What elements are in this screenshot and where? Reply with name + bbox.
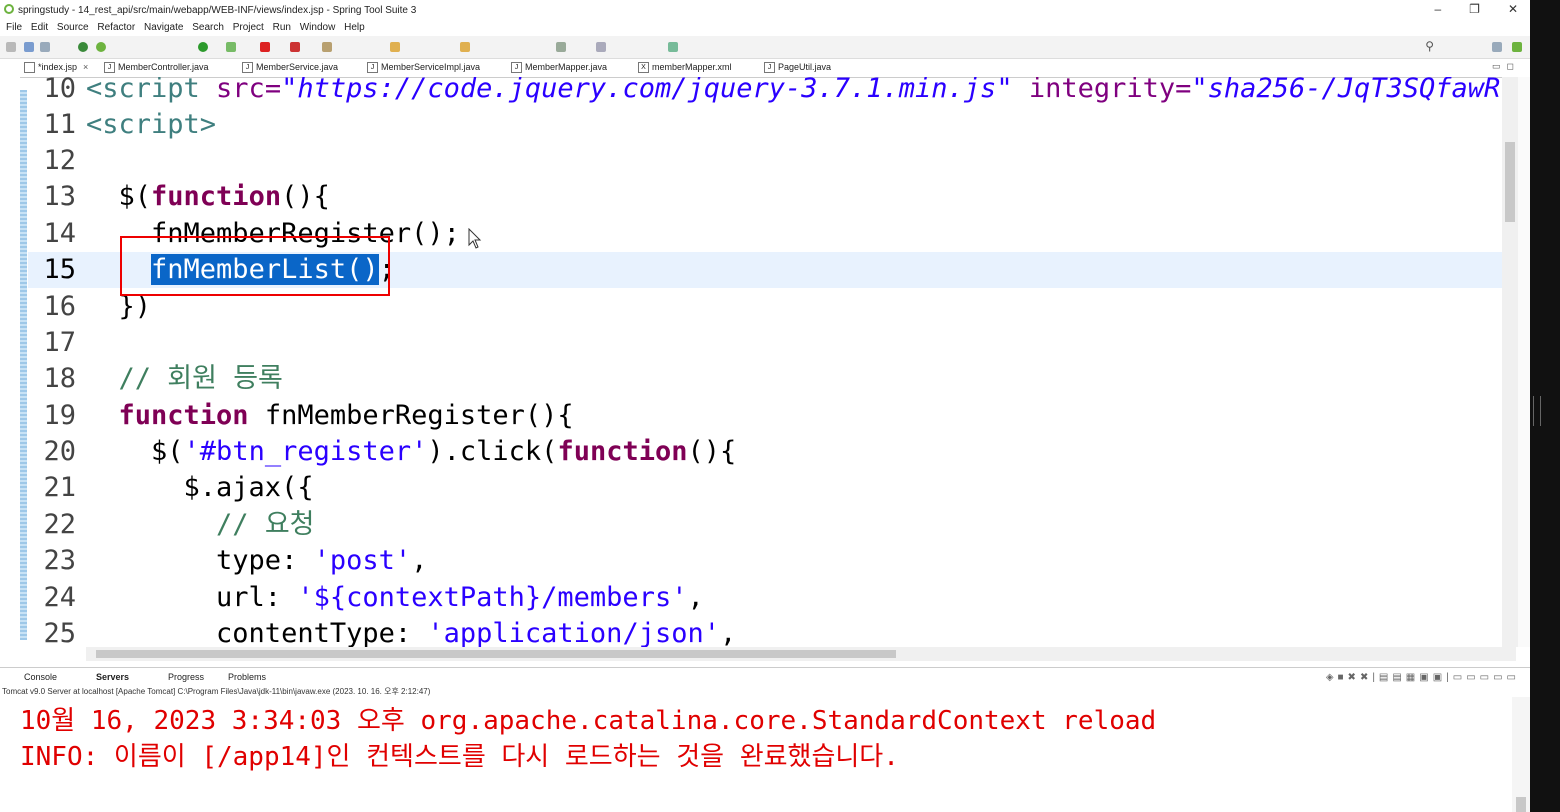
console-scrollbar[interactable] (1512, 697, 1530, 812)
spring-icon[interactable] (96, 42, 106, 52)
code-line: 13 $(function(){ (43, 181, 330, 212)
external-tools-icon[interactable] (290, 42, 300, 52)
code-line: 20 $('#btn_register').click(function(){ (43, 436, 737, 467)
start-server-icon[interactable] (78, 42, 88, 52)
mouse-cursor-icon (468, 228, 482, 249)
pin-icon[interactable] (668, 42, 678, 52)
back-icon[interactable] (556, 42, 566, 52)
menu-file[interactable]: File (6, 22, 22, 33)
editor-minimize-maximize[interactable]: ▭◻ (1492, 61, 1520, 72)
menu-refactor[interactable]: Refactor (97, 22, 135, 33)
menu-project[interactable]: Project (233, 22, 264, 33)
code-line: 23 type: 'post', (43, 545, 428, 576)
code-editor[interactable]: 10 <script src="https://code.jquery.com/j… (28, 77, 1502, 647)
change-ruler (20, 90, 27, 640)
tab-index-jsp[interactable]: *index.jsp × (24, 62, 88, 74)
menu-bar: File Edit Source Refactor Navigate Searc… (0, 20, 1530, 36)
spring-perspective-icon[interactable] (1512, 42, 1522, 52)
console-process-info: Tomcat v9.0 Server at localhost [Apache … (2, 687, 431, 696)
tab-progress[interactable]: Progress (168, 672, 204, 682)
java-file-icon: J (764, 62, 775, 74)
code-line: 19 function fnMemberRegister(){ (43, 400, 574, 431)
tab-member-controller[interactable]: J MemberController.java (104, 62, 209, 74)
console-tab-bar: Console Servers Progress Problems ◈■✖✖|▤… (0, 667, 1530, 686)
highlight-annotation-box (120, 236, 390, 296)
resize-grip[interactable] (1533, 396, 1541, 426)
menu-window[interactable]: Window (300, 22, 336, 33)
tab-member-service[interactable]: J MemberService.java (242, 62, 338, 74)
tab-member-mapper-xml[interactable]: XmemberMapper.xml (638, 62, 732, 74)
tab-member-service-impl[interactable]: J MemberServiceImpl.java (367, 62, 480, 74)
debug-icon[interactable] (226, 42, 236, 52)
code-line: 12 (43, 145, 76, 176)
close-icon[interactable]: × (83, 62, 88, 72)
spring-logo-icon (4, 4, 14, 14)
console-output[interactable]: 10월 16, 2023 3:34:03 오후 org.apache.catal… (0, 697, 1512, 812)
open-folder-icon[interactable] (390, 42, 400, 52)
code-line: 22 // 요청 (43, 509, 315, 540)
new-icon[interactable] (6, 42, 16, 52)
left-gutter (0, 77, 20, 647)
scrollbar-thumb[interactable] (1516, 797, 1526, 812)
tab-member-mapper[interactable]: J MemberMapper.java (511, 62, 607, 74)
maximize-button[interactable]: ❐ (1469, 2, 1480, 16)
menu-run[interactable]: Run (273, 22, 291, 33)
menu-edit[interactable]: Edit (31, 22, 48, 33)
window-title: springstudy - 14_rest_api/src/main/webap… (18, 5, 417, 16)
scrollbar-thumb[interactable] (1505, 142, 1515, 222)
console-line: 10월 16, 2023 3:34:03 오후 org.apache.catal… (20, 706, 1157, 736)
side-panel-edge (1530, 0, 1560, 812)
main-toolbar: ⚲ (0, 36, 1530, 59)
minimize-button[interactable]: – (1434, 2, 1441, 16)
search-icon[interactable]: ⚲ (1425, 39, 1434, 53)
editor-horizontal-scrollbar[interactable] (86, 647, 1516, 661)
forward-icon[interactable] (596, 42, 606, 52)
java-file-icon: J (367, 62, 378, 74)
code-line: 24 url: '${contextPath}/members', (43, 582, 704, 613)
console-toolbar-icons[interactable]: ◈■✖✖|▤▤▦▣▣|▭▭▭▭▭ (1326, 672, 1520, 683)
java-file-icon: J (104, 62, 115, 74)
code-line: 25 contentType: 'application/json', (43, 618, 737, 647)
java-file-icon: J (511, 62, 522, 74)
menu-source[interactable]: Source (57, 22, 89, 33)
menu-help[interactable]: Help (344, 22, 365, 33)
editor-tab-bar: *index.jsp × J MemberController.java J Memb… (0, 59, 1530, 78)
code-line: 21 $.ajax({ (43, 472, 314, 503)
open-type-icon[interactable] (322, 42, 332, 52)
console-line: INFO: 이름이 [/app14]인 컨텍스트를 다시 로드하는 것을 완료했… (20, 742, 899, 772)
save-all-icon[interactable] (40, 42, 50, 52)
stop-icon[interactable] (260, 42, 270, 52)
perspective-icon[interactable] (1492, 42, 1502, 52)
tab-problems[interactable]: Problems (228, 672, 266, 682)
code-line: 17 (43, 327, 76, 358)
jsp-file-icon (24, 62, 35, 74)
code-line: 10 <script src="https://code.jquery.com/j… (43, 77, 1502, 104)
title-bar: springstudy - 14_rest_api/src/main/webap… (0, 0, 1530, 20)
tab-page-util[interactable]: J PageUtil.java (764, 62, 831, 74)
run-icon[interactable] (198, 42, 208, 52)
tab-servers[interactable]: Servers (96, 672, 129, 682)
code-line: 18 // 회원 등록 (43, 363, 283, 394)
editor-vertical-scrollbar[interactable] (1502, 77, 1518, 647)
overview-ruler (1518, 77, 1530, 647)
java-file-icon: J (242, 62, 253, 74)
menu-search[interactable]: Search (192, 22, 224, 33)
tab-console[interactable]: Console (24, 672, 57, 682)
scrollbar-thumb[interactable] (96, 650, 896, 658)
close-button[interactable]: ✕ (1508, 2, 1518, 16)
open-task-icon[interactable] (460, 42, 470, 52)
menu-navigate[interactable]: Navigate (144, 22, 183, 33)
xml-file-icon: X (638, 62, 649, 74)
code-line: 11 <script> (43, 109, 217, 140)
save-icon[interactable] (24, 42, 34, 52)
